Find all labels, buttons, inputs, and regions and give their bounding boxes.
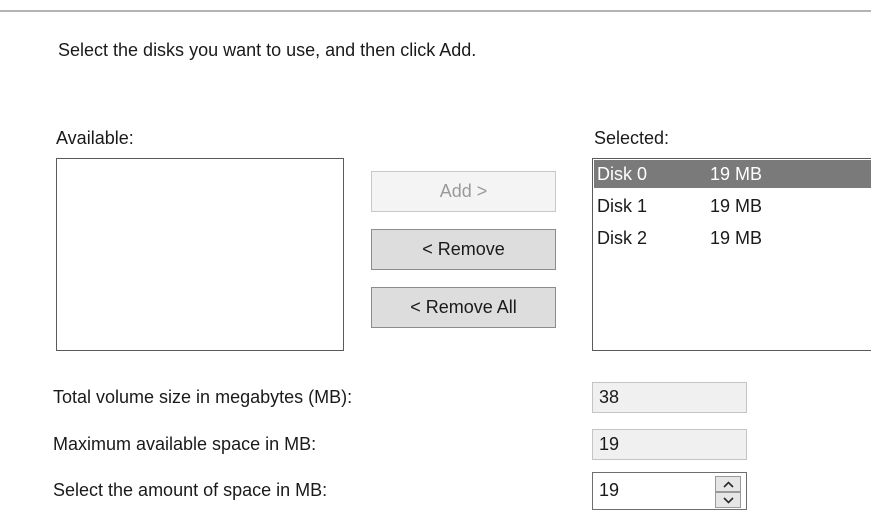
add-button[interactable]: Add > [371,171,556,212]
spin-down-button[interactable] [715,492,741,508]
list-item[interactable]: Disk 1 19 MB [594,192,871,220]
total-size-field: 38 [592,382,747,413]
remove-button[interactable]: < Remove [371,229,556,270]
disk-size: 19 MB [710,196,763,216]
list-item[interactable]: Disk 0 19 MB [594,160,871,188]
disk-selection-panel: Select the disks you want to use, and th… [0,0,871,518]
spin-up-button[interactable] [715,476,741,492]
top-divider [0,10,871,12]
selected-disks-list[interactable]: Disk 0 19 MB Disk 1 19 MB Disk 2 19 MB [592,158,871,351]
disk-name: Disk 2 [597,228,648,248]
selected-label: Selected: [594,128,670,148]
amount-label: Select the amount of space in MB: [53,480,328,500]
remove-all-button[interactable]: < Remove All [371,287,556,328]
amount-spinbox[interactable]: 19 [592,472,747,510]
amount-input[interactable]: 19 [599,479,619,501]
list-item[interactable]: Disk 2 19 MB [594,224,871,252]
total-size-label: Total volume size in megabytes (MB): [53,387,353,407]
instruction-text: Select the disks you want to use, and th… [58,40,477,60]
disk-size: 19 MB [710,164,763,184]
available-disks-list[interactable] [56,158,344,351]
available-label: Available: [56,128,134,148]
disk-name: Disk 1 [597,196,648,216]
max-space-field: 19 [592,429,747,460]
disk-size: 19 MB [710,228,763,248]
max-space-label: Maximum available space in MB: [53,434,317,454]
disk-name: Disk 0 [597,164,648,184]
